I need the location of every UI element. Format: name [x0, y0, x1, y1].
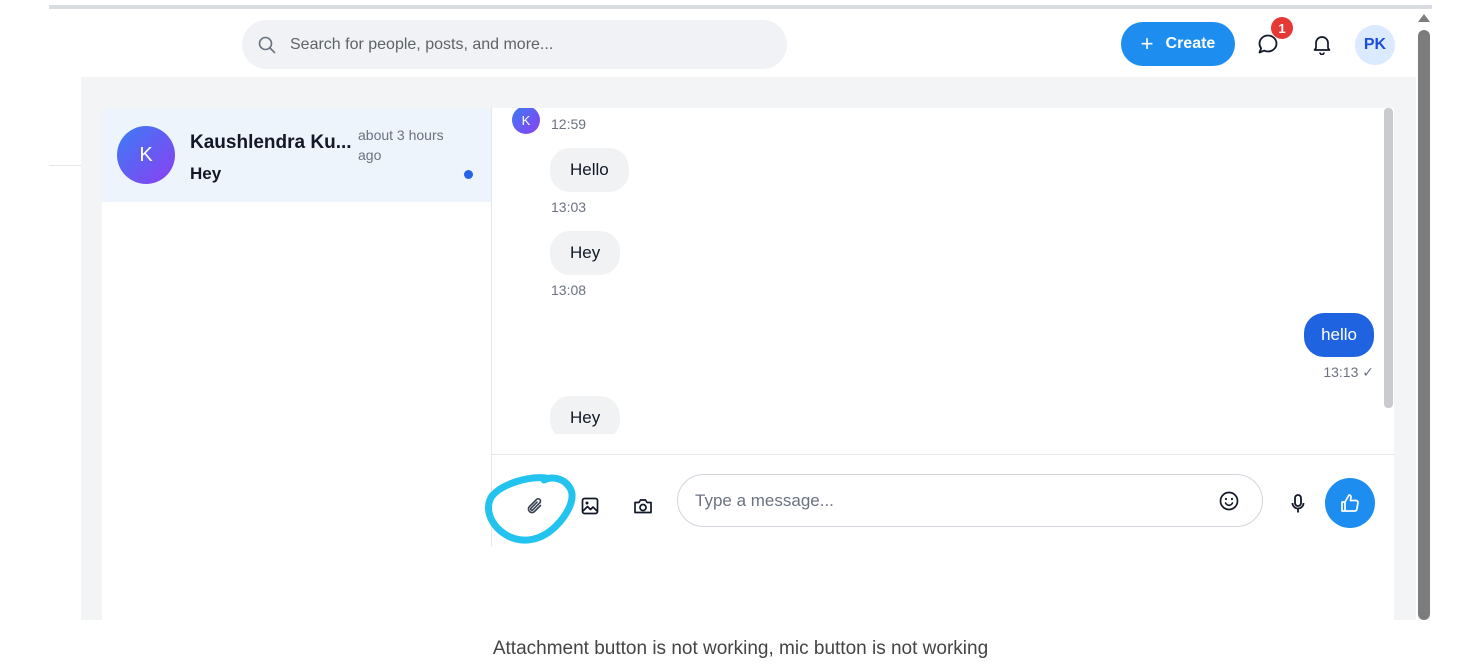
message-bubble-outgoing: hello: [1304, 313, 1374, 357]
search-icon: [258, 36, 276, 54]
create-label: Create: [1165, 35, 1216, 52]
top-bar: + Create 1 PK: [49, 9, 1415, 77]
caption-text: Attachment button is not working, mic bu…: [492, 638, 989, 659]
emoji-icon[interactable]: [1215, 487, 1243, 515]
message-time: 13:08: [551, 282, 587, 298]
like-button[interactable]: [1325, 478, 1375, 528]
user-avatar[interactable]: PK: [1355, 25, 1395, 65]
message-time: 13:03: [551, 199, 587, 215]
conversation-avatar: K: [117, 126, 175, 184]
scroll-up-arrow[interactable]: [1418, 14, 1430, 22]
message-input-wrapper: [677, 474, 1263, 527]
left-divider: [49, 165, 82, 166]
unread-dot: [464, 170, 473, 179]
plus-icon: +: [1140, 31, 1154, 56]
composer-divider: [492, 454, 1394, 455]
message-bubble-incoming: Hey: [550, 396, 621, 434]
search-bar[interactable]: [242, 20, 787, 69]
message-input[interactable]: [695, 490, 1195, 511]
sender-avatar: K: [512, 108, 540, 134]
message-time: 12:59: [551, 116, 587, 132]
message-time: 13:13 ✓: [1323, 364, 1374, 380]
message-bubble-incoming: Hello: [550, 148, 629, 192]
image-icon[interactable]: [576, 492, 604, 520]
conversation-name: Kaushlendra Ku...: [190, 132, 352, 153]
search-input[interactable]: [290, 35, 730, 54]
conversation-time: about 3 hours ago: [358, 127, 444, 163]
message-bubble-incoming: Hey: [550, 231, 621, 275]
mic-icon[interactable]: [1284, 490, 1312, 518]
message-list[interactable]: K 12:59 Hello 13:03 Hey 13:08 hello 13:1…: [492, 108, 1386, 434]
paperclip-icon[interactable]: [521, 492, 549, 520]
page-scrollbar[interactable]: [1418, 30, 1430, 620]
conversation-preview: Hey: [190, 164, 222, 183]
message-scrollbar[interactable]: [1384, 108, 1393, 408]
bell-icon[interactable]: [1309, 31, 1335, 57]
create-button[interactable]: + Create: [1121, 22, 1235, 66]
chat-badge: 1: [1271, 17, 1293, 39]
camera-icon[interactable]: [629, 492, 657, 520]
conversation-item[interactable]: K Kaushlendra Ku... about 3 hours ago He…: [102, 108, 491, 202]
thumbs-up-icon: [1338, 491, 1362, 515]
